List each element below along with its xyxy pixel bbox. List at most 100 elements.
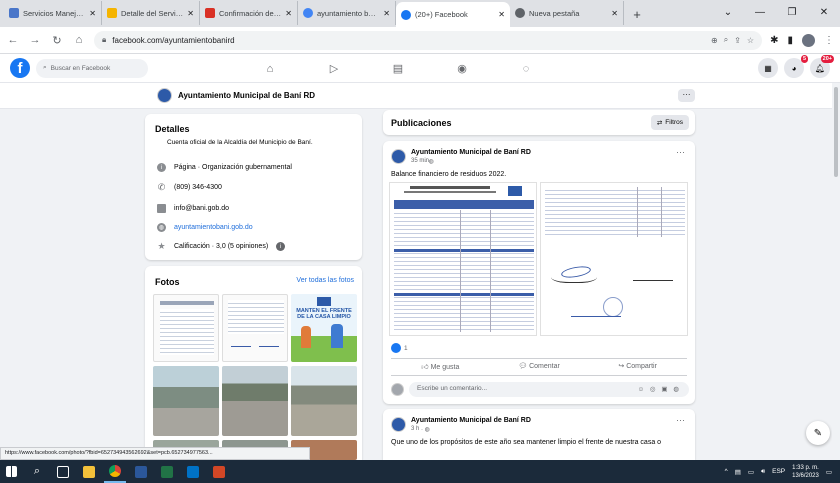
page-name[interactable]: Ayuntamiento Municipal de Baní RD (178, 91, 315, 100)
file-explorer-icon[interactable] (78, 460, 100, 483)
facebook-logo[interactable]: f (10, 58, 30, 78)
photo-document-1[interactable] (153, 294, 219, 362)
url-field[interactable]: 🔒︎ facebook.com/ayuntamientobanird ⊕ ⌕ ⇪… (94, 30, 763, 50)
close-icon[interactable]: ✕ (285, 9, 292, 18)
post-author-avatar[interactable] (391, 149, 406, 164)
home-icon[interactable]: ⌂ (72, 34, 86, 46)
address-bar: ← → ↻ ⌂ 🔒︎ facebook.com/ayuntamientobani… (0, 27, 840, 54)
forward-icon[interactable]: → (28, 34, 42, 46)
post-text: Balance financiero de residuos 2022. (391, 171, 507, 178)
tray-chevron-icon[interactable]: ^ (725, 468, 728, 475)
close-icon[interactable]: ✕ (498, 10, 505, 19)
windows-start-icon[interactable] (0, 460, 22, 483)
sidebar-icon[interactable]: ▮ (787, 35, 793, 46)
info-icon[interactable]: i (276, 242, 286, 251)
notifications-icon[interactable]: 🔔︎ 20+ (810, 55, 834, 78)
search-icon[interactable]: ⌕ (26, 460, 48, 483)
facebook-search-input[interactable]: ⌕ Buscar en Facebook (36, 58, 148, 78)
tab-facebook[interactable]: (20+) Facebook ✕ (396, 2, 510, 27)
marketplace-icon[interactable]: ▤ (366, 54, 430, 83)
more-options-button[interactable]: ··· (678, 89, 695, 102)
close-icon[interactable]: ✕ (383, 9, 390, 18)
task-view-icon[interactable] (52, 460, 74, 483)
messenger-icon[interactable]: ◕ 5 (784, 55, 808, 78)
back-icon[interactable]: ← (6, 34, 20, 46)
like-button[interactable]: 👍︎ Me gusta (391, 362, 490, 371)
close-icon[interactable]: ✕ (89, 9, 96, 18)
new-message-button[interactable]: ✎ (806, 421, 830, 445)
search-icon: ⌕ (43, 64, 47, 71)
minimize-button[interactable]: — (744, 2, 776, 22)
comment-emoji-icons[interactable]: ☺ ◎ ▣ ◍ (637, 385, 681, 393)
comment-button[interactable]: 💬︎ Comentar (490, 362, 589, 371)
extensions-icon[interactable]: ✱ (770, 35, 778, 46)
gaming-icon[interactable]: ◌ (494, 54, 558, 83)
tab-servicios[interactable]: Servicios Manejo Resi ✕ (4, 1, 102, 25)
photo-street-1[interactable] (153, 366, 219, 436)
tab-new[interactable]: Nueva pestaña ✕ (510, 1, 624, 25)
tab-confirmacion[interactable]: Confirmación de carg ✕ (200, 1, 298, 25)
photo-document-2[interactable] (222, 294, 288, 362)
new-tab-button[interactable]: + (628, 5, 646, 23)
close-icon[interactable]: ✕ (187, 9, 194, 18)
post-time[interactable]: 3 h (411, 426, 419, 432)
menu-icon[interactable]: ⋮ (824, 35, 834, 46)
groups-icon[interactable]: ◉ (430, 54, 494, 83)
maximize-button[interactable]: ❐ (776, 2, 808, 22)
search-icon (9, 8, 19, 18)
post-image-signatures[interactable] (540, 182, 688, 336)
language-indicator[interactable]: ESP (772, 468, 785, 475)
info-icon: i (157, 163, 166, 172)
network-icon[interactable]: ▭ (748, 468, 754, 476)
close-icon[interactable]: ✕ (611, 9, 618, 18)
see-all-photos-link[interactable]: Ver todas las fotos (296, 277, 354, 284)
photo-poster[interactable]: MANTEN EL FRENTE DE LA CASA LIMPIO (291, 294, 357, 362)
word-icon[interactable] (130, 460, 152, 483)
favicon-icon (107, 8, 117, 18)
chrome-icon[interactable] (104, 460, 126, 483)
install-icon[interactable]: ⊕ (711, 36, 718, 45)
close-window-button[interactable]: ✕ (808, 2, 840, 22)
photo-street-3[interactable] (291, 366, 357, 436)
tab-google-search[interactable]: ayuntamiento bani - Busc ✕ (298, 1, 396, 25)
current-user-avatar[interactable] (391, 383, 404, 396)
excel-icon[interactable] (156, 460, 178, 483)
tab-detalle[interactable]: Detalle del Servicio y ✕ (102, 1, 200, 25)
photo-street-2[interactable] (222, 366, 288, 436)
tab-search-icon[interactable]: ⌄ (712, 2, 744, 22)
powerpoint-icon[interactable] (208, 460, 230, 483)
zoom-icon[interactable]: ⌕ (724, 35, 728, 45)
page-avatar[interactable] (157, 88, 172, 103)
website-row: ◍ ayuntamientobani.gob.do (157, 223, 253, 232)
share-icon[interactable]: ⇪ (734, 36, 741, 45)
post-options-button[interactable]: ··· (676, 147, 685, 157)
search-placeholder: Buscar en Facebook (50, 64, 111, 72)
menu-grid-icon[interactable]: ▦ (758, 58, 778, 78)
volume-icon[interactable]: 🔊︎ (761, 468, 765, 476)
post-image-financial-table[interactable] (389, 182, 537, 336)
home-icon[interactable]: ⌂ (238, 54, 302, 83)
comment-input[interactable]: Escribe un comentario... ☺ ◎ ▣ ◍ (409, 382, 689, 397)
page-description: Cuenta oficial de la Alcaldía del Munici… (167, 139, 313, 146)
like-label: Me gusta (430, 364, 460, 371)
share-button[interactable]: ↪ Compartir (588, 362, 687, 371)
reload-icon[interactable]: ↻ (50, 34, 64, 47)
outlook-icon[interactable] (182, 460, 204, 483)
website-link[interactable]: ayuntamientobani.gob.do (174, 224, 253, 231)
email-text[interactable]: info@bani.gob.do (174, 205, 229, 212)
post-author-avatar[interactable] (391, 417, 406, 432)
windows-taskbar: ⌕ ^ ▤ ▭ 🔊︎ ESP 1:33 p. m. 13/6/2023 ▭ (0, 460, 840, 483)
tray-app-icon[interactable]: ▤ (735, 468, 741, 476)
reactions-summary[interactable]: 1 (391, 343, 408, 353)
clock[interactable]: 1:33 p. m. 13/6/2023 (792, 464, 819, 480)
post-author[interactable]: Ayuntamiento Municipal de Baní RD (411, 149, 531, 156)
poster-text: MANTEN EL FRENTE DE LA CASA LIMPIO (296, 308, 352, 320)
post-author[interactable]: Ayuntamiento Municipal de Baní RD (411, 417, 531, 424)
profile-avatar[interactable] (802, 33, 815, 47)
filters-button[interactable]: ⇄ Filtros (650, 115, 689, 130)
post-options-button[interactable]: ··· (676, 415, 685, 425)
notification-center-icon[interactable]: ▭ (826, 468, 832, 476)
video-icon[interactable]: ▷ (302, 54, 366, 83)
bookmark-star-icon[interactable]: ☆ (747, 36, 754, 45)
page-scrollbar[interactable] (832, 83, 840, 460)
